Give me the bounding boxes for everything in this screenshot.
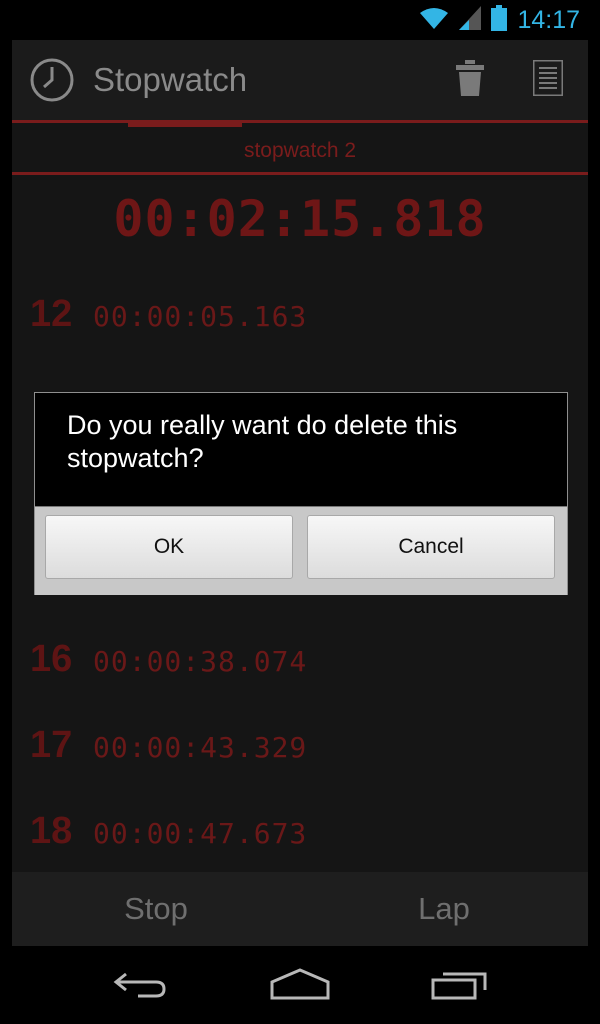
dialog-message: Do you really want do delete this stopwa… xyxy=(67,410,458,473)
lap-number: 17 xyxy=(30,724,73,766)
lap-row: 17 00:00:43.329 xyxy=(30,724,307,774)
home-icon xyxy=(270,967,330,1005)
lap-row: 12 00:00:05.163 xyxy=(30,293,307,343)
signal-icon xyxy=(459,5,482,35)
navigation-bar xyxy=(0,946,600,1024)
recents-button[interactable] xyxy=(420,964,500,1008)
status-clock: 14:17 xyxy=(517,5,580,34)
delete-button[interactable] xyxy=(448,58,492,102)
lap-row: 16 00:00:38.074 xyxy=(30,638,307,688)
dialog-button-bar: OK Cancel xyxy=(35,506,567,595)
back-button[interactable] xyxy=(100,964,180,1008)
trash-icon xyxy=(456,59,484,101)
delete-confirm-dialog: Do you really want do delete this stopwa… xyxy=(34,392,568,595)
app-title: Stopwatch xyxy=(93,61,248,98)
stop-button[interactable]: Stop xyxy=(12,872,300,946)
lap-number: 18 xyxy=(30,810,73,852)
lap-time: 00:00:05.163 xyxy=(93,300,308,333)
status-bar: 14:17 xyxy=(0,0,600,40)
tab-stopwatch-2[interactable]: stopwatch 2 xyxy=(12,139,588,163)
laps-list-button[interactable] xyxy=(526,58,570,102)
lap-time: 00:00:43.329 xyxy=(93,731,308,764)
clock-icon[interactable] xyxy=(30,58,74,107)
action-bar: Stopwatch xyxy=(12,40,588,120)
cancel-button[interactable]: Cancel xyxy=(307,515,555,579)
back-icon xyxy=(112,968,168,1005)
bottom-action-bar: Stop Lap xyxy=(12,872,588,946)
status-icons: 14:17 xyxy=(419,4,580,36)
lap-number: 12 xyxy=(30,293,73,335)
elapsed-time: 00:02:15.818 xyxy=(113,190,487,248)
wifi-icon xyxy=(419,6,449,35)
ok-button[interactable]: OK xyxy=(45,515,293,579)
list-icon xyxy=(531,58,565,101)
tab-divider xyxy=(12,172,588,175)
lap-time: 00:00:47.673 xyxy=(93,817,308,850)
lap-row: 18 00:00:47.673 xyxy=(30,810,307,860)
battery-icon xyxy=(491,4,508,36)
tab-indicator xyxy=(128,122,242,127)
top-divider xyxy=(12,120,588,123)
recents-icon xyxy=(431,968,489,1005)
lap-time: 00:00:38.074 xyxy=(93,645,308,678)
home-button[interactable] xyxy=(260,964,340,1008)
lap-button[interactable]: Lap xyxy=(300,872,588,946)
lap-number: 16 xyxy=(30,638,73,680)
